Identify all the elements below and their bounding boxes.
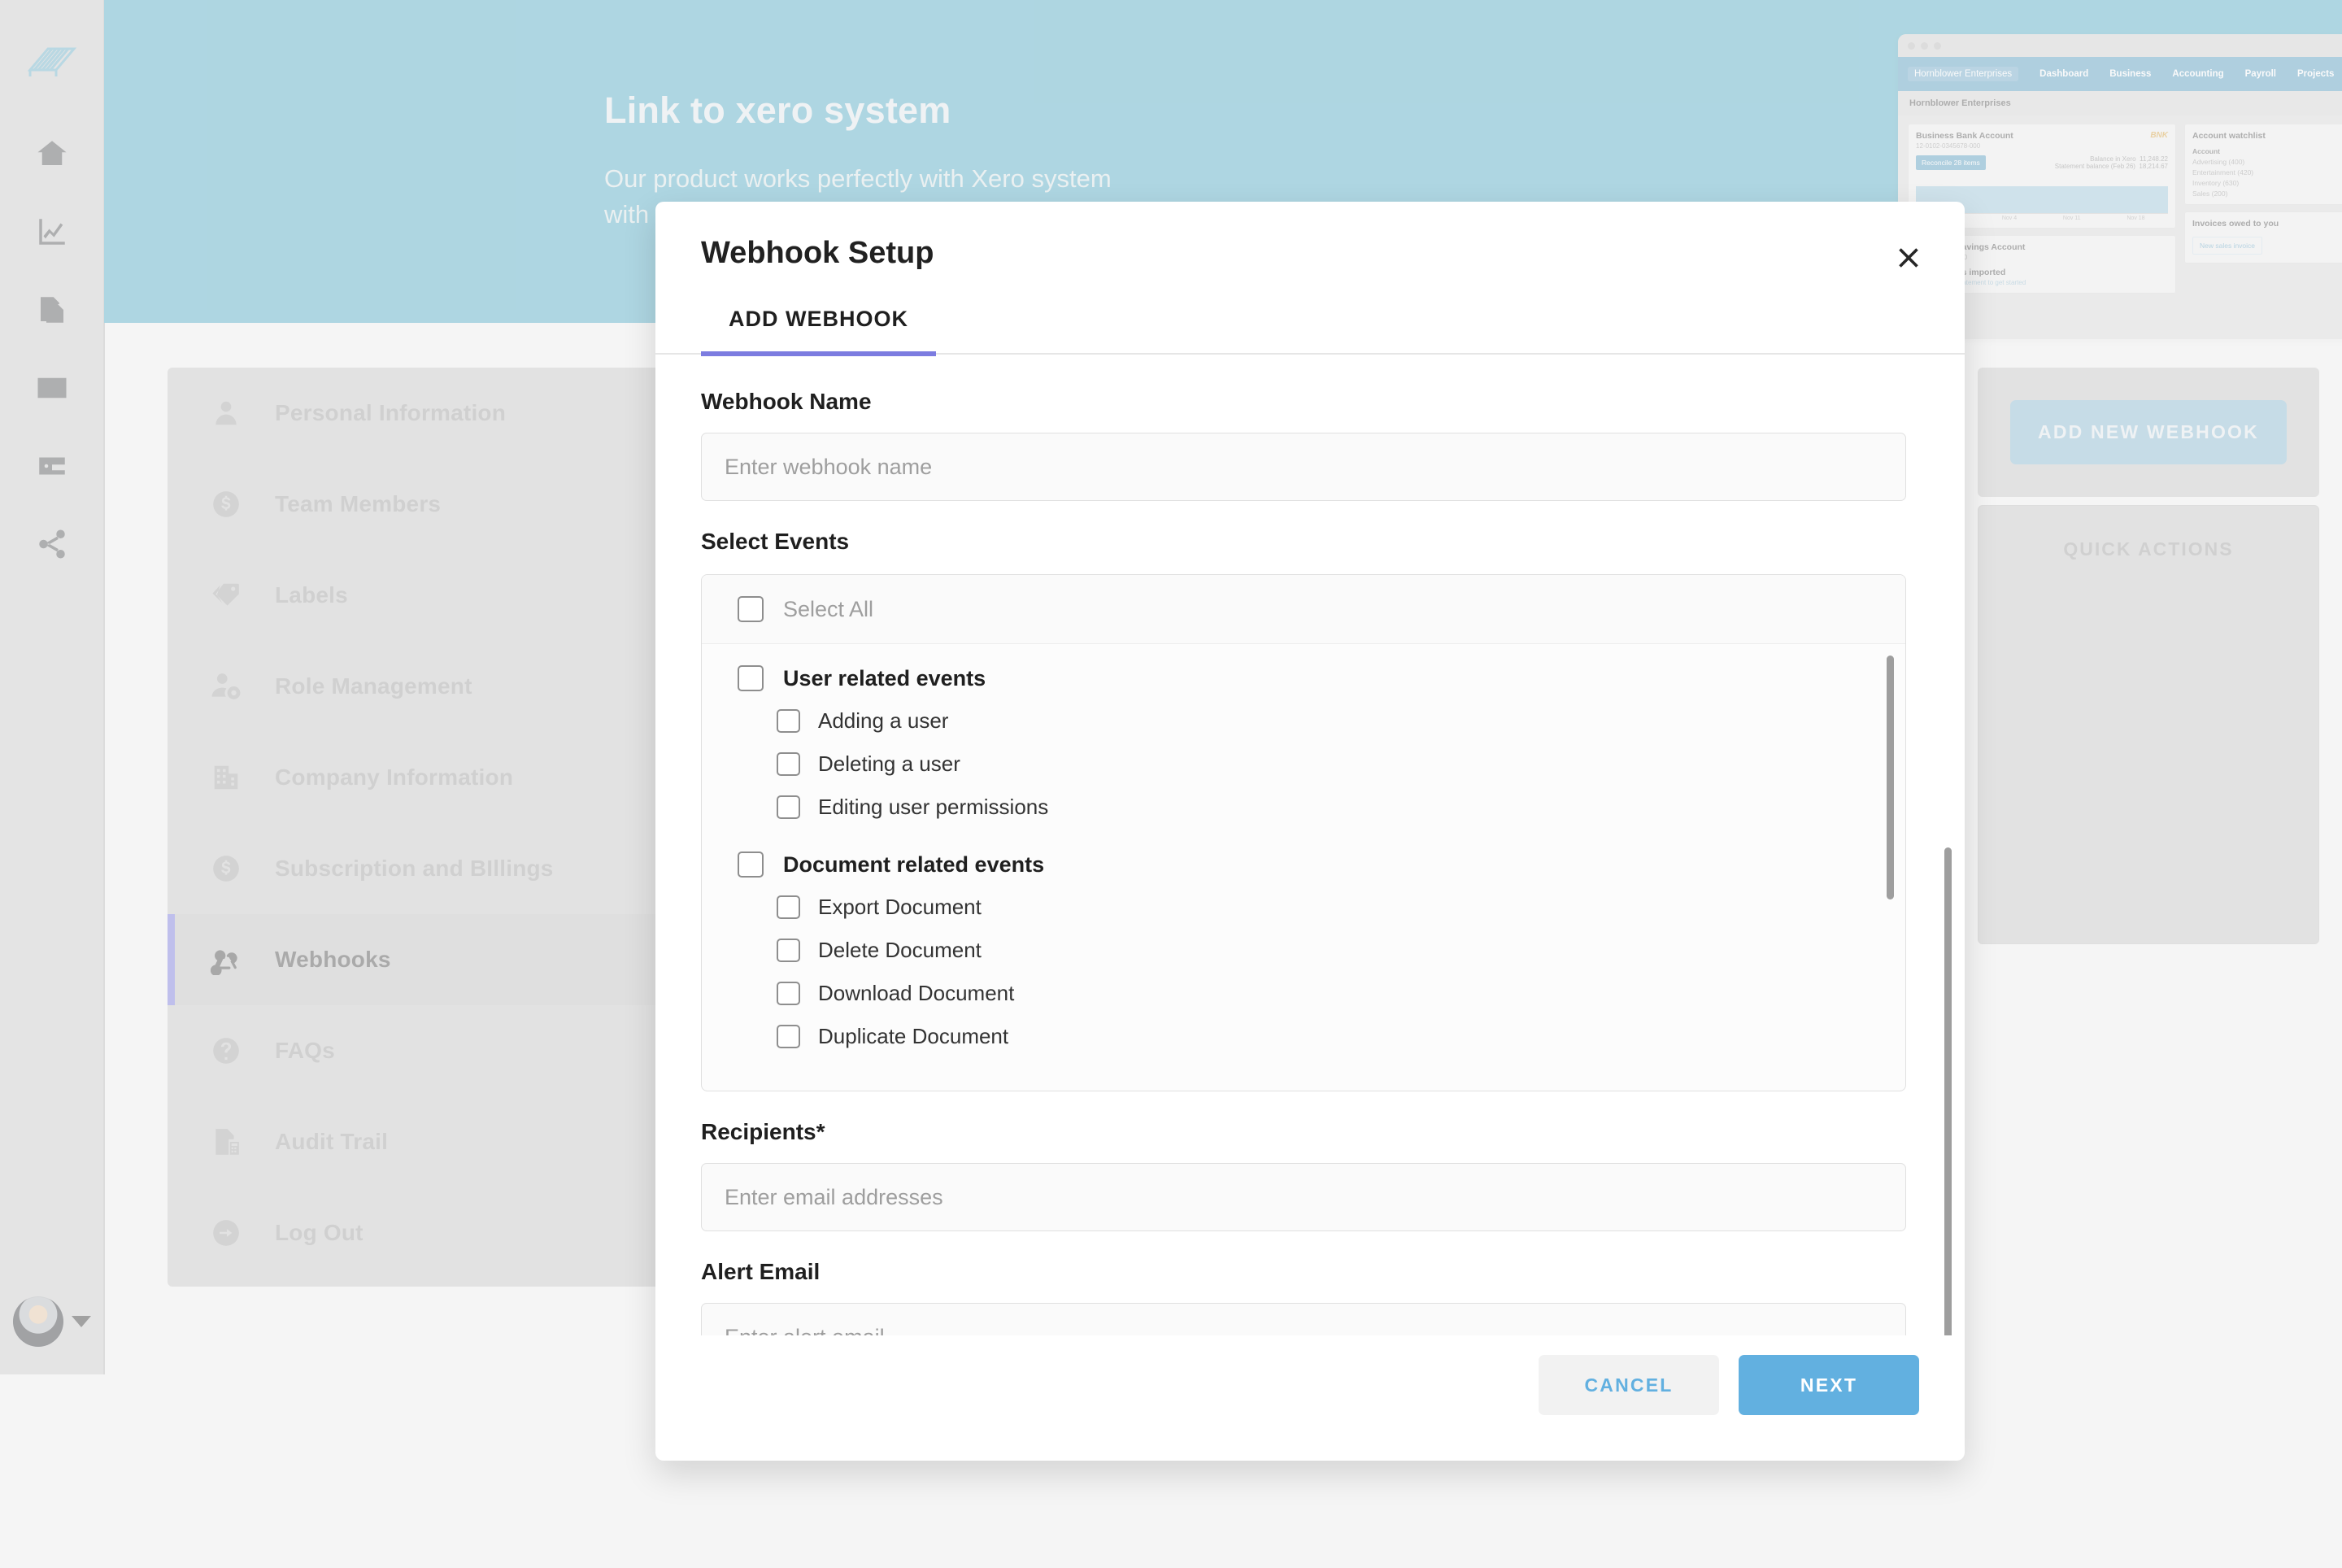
modal-tabbar: ADD WEBHOOK <box>655 307 1965 356</box>
event-item[interactable]: Duplicate Document <box>738 1015 1870 1058</box>
select-events-label: Select Events <box>701 529 850 554</box>
app-root: Link to xero system Our product works pe… <box>0 0 2342 1568</box>
events-scroll: User related events Adding a user Deleti… <box>702 644 1905 1091</box>
event-item[interactable]: Download Document <box>738 972 1870 1015</box>
webhook-name-label: Webhook Name <box>701 389 872 414</box>
event-group-header[interactable]: Document related events <box>738 852 1870 878</box>
event-checkbox[interactable] <box>777 709 800 733</box>
event-checkbox[interactable] <box>777 795 800 819</box>
event-label: Export Document <box>818 895 982 919</box>
modal-scrollbar-thumb[interactable] <box>1944 847 1952 1335</box>
event-checkbox[interactable] <box>777 1025 800 1048</box>
event-label: Adding a user <box>818 708 949 733</box>
cancel-button[interactable]: CANCEL <box>1539 1355 1719 1415</box>
recipients-input[interactable] <box>701 1163 1906 1231</box>
group-checkbox-user[interactable] <box>738 665 764 691</box>
tab-add-webhook[interactable]: ADD WEBHOOK <box>701 307 936 356</box>
group-checkbox-document[interactable] <box>738 852 764 878</box>
webhook-name-input[interactable] <box>701 433 1906 501</box>
webhook-name-field: Webhook Name <box>701 389 1906 501</box>
event-item[interactable]: Deleting a user <box>738 743 1870 786</box>
recipients-label: Recipients* <box>701 1119 825 1144</box>
event-group-user: User related events Adding a user Deleti… <box>738 665 1870 829</box>
event-checkbox[interactable] <box>777 895 800 919</box>
event-checkbox[interactable] <box>777 982 800 1005</box>
event-item[interactable]: Editing user permissions <box>738 786 1870 829</box>
event-group-header[interactable]: User related events <box>738 665 1870 691</box>
event-label: Delete Document <box>818 938 982 962</box>
events-scrollbar-thumb[interactable] <box>1887 656 1894 899</box>
group-label: User related events <box>783 665 986 690</box>
event-group-document: Document related events Export Document … <box>738 852 1870 1058</box>
event-item[interactable]: Adding a user <box>738 699 1870 743</box>
alert-email-input[interactable] <box>701 1303 1906 1335</box>
group-label: Document related events <box>783 852 1045 877</box>
events-box: Select All User related events Adding a … <box>701 574 1906 1091</box>
event-checkbox[interactable] <box>777 939 800 962</box>
modal-footer: CANCEL NEXT <box>655 1335 1965 1461</box>
event-label: Deleting a user <box>818 751 960 776</box>
event-item[interactable]: Export Document <box>738 886 1870 929</box>
recipients-field: Recipients* <box>701 1119 1906 1231</box>
event-item[interactable]: Delete Document <box>738 929 1870 972</box>
alert-email-field: Alert Email To alert when the webhook fa… <box>701 1259 1906 1335</box>
modal-title: Webhook Setup <box>701 236 934 270</box>
event-label: Editing user permissions <box>818 795 1049 819</box>
select-all-checkbox[interactable] <box>738 596 764 622</box>
event-label: Duplicate Document <box>818 1024 1009 1048</box>
select-all-label: Select All <box>783 596 874 621</box>
event-label: Download Document <box>818 981 1015 1005</box>
webhook-setup-modal: Webhook Setup ADD WEBHOOK Webhook Name S… <box>655 202 1965 1461</box>
modal-header: Webhook Setup <box>655 202 1965 271</box>
event-checkbox[interactable] <box>777 752 800 776</box>
select-all-row[interactable]: Select All <box>702 575 1905 644</box>
modal-scroll-area: Webhook Name Select Events Select All <box>701 355 1919 1335</box>
alert-email-label: Alert Email <box>701 1259 821 1284</box>
modal-body: Webhook Name Select Events Select All <box>655 355 1965 1335</box>
select-events-section: Select Events Select All User related ev… <box>701 529 1906 1091</box>
close-icon[interactable] <box>1883 233 1934 283</box>
next-button[interactable]: NEXT <box>1739 1355 1919 1415</box>
